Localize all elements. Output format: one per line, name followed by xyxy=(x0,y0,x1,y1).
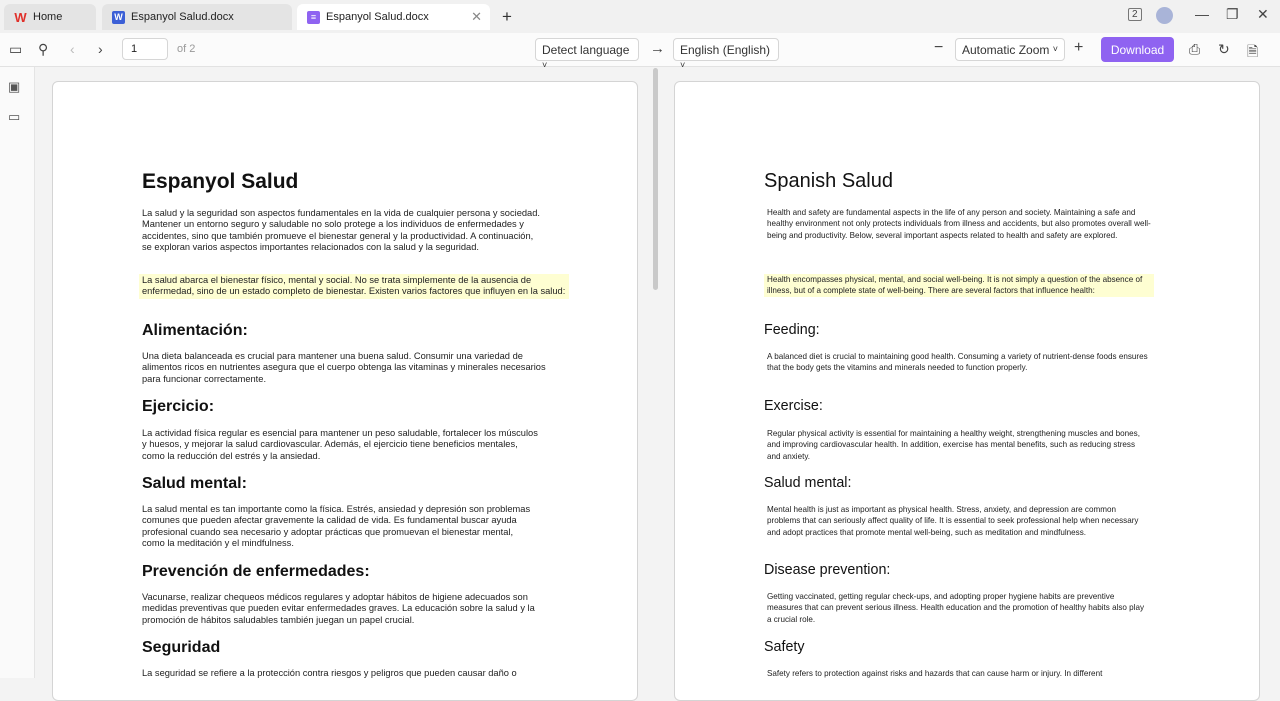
heading-food: Feeding: xyxy=(764,322,820,338)
paragraph-intro: Health and safety are fundamental aspect… xyxy=(767,208,1151,240)
zoom-select[interactable]: Automatic Zoom ˅ xyxy=(955,38,1065,61)
heading-safety: Safety xyxy=(764,639,805,655)
source-language-label: Detect language xyxy=(542,43,630,57)
paragraph-intro: La salud y la seguridad son aspectos fun… xyxy=(142,208,540,253)
translated-document-page: Spanish Salud Health and safety are fund… xyxy=(674,81,1260,701)
page-total: of 2 xyxy=(177,43,196,55)
minimize-icon[interactable]: — xyxy=(1195,6,1209,22)
search-icon[interactable]: ⚲ xyxy=(38,41,48,58)
chevron-right-icon[interactable]: › xyxy=(98,41,103,57)
paragraph-mental: La salud mental es tan importante como l… xyxy=(142,504,531,549)
tab-home[interactable]: W Home xyxy=(4,4,96,30)
download-button[interactable]: Download xyxy=(1101,37,1174,62)
sidebar-toggle-icon[interactable]: ▭ xyxy=(9,41,22,58)
heading-exercise: Exercise: xyxy=(764,398,823,414)
chevron-down-icon: ˅ xyxy=(680,60,686,70)
tab-document-1[interactable]: W Espanyol Salud.docx xyxy=(102,4,292,30)
word-doc-icon: W xyxy=(112,10,125,24)
paragraph-prevention: Getting vaccinated, getting regular chec… xyxy=(767,592,1145,624)
zoom-out-icon[interactable]: − xyxy=(934,39,943,57)
paragraph-exercise: Regular physical activity is essential f… xyxy=(767,429,1140,461)
heading-prevention: Prevención de enfermedades: xyxy=(142,563,370,580)
tab-document-2-label: Espanyol Salud.docx xyxy=(326,11,429,23)
paragraph-highlighted: La salud abarca el bienestar físico, men… xyxy=(139,274,569,299)
tab-document-2[interactable]: ≡ Espanyol Salud.docx ✕ xyxy=(297,4,490,30)
chevron-down-icon: ˅ xyxy=(1052,44,1058,54)
wps-logo-icon: W xyxy=(14,9,27,25)
tab-bar: W Home W Espanyol Salud.docx ≡ Espanyol … xyxy=(0,0,1280,33)
avatar[interactable] xyxy=(1156,7,1173,24)
scrollbar[interactable] xyxy=(653,68,658,290)
arrow-right-icon: → xyxy=(650,40,665,57)
restore-icon[interactable]: ❐ xyxy=(1226,6,1239,23)
heading-mental: Salud mental: xyxy=(142,475,247,492)
original-document-page: Espanyol Salud La salud y la seguridad s… xyxy=(52,81,638,701)
toolbar: ▭ ⚲ ‹ › 1 of 2 Detect language ˅ → Engli… xyxy=(0,33,1280,70)
chevron-left-icon[interactable]: ‹ xyxy=(70,41,75,57)
heading-food: Alimentación: xyxy=(142,322,248,339)
comment-icon[interactable]: ▭ xyxy=(8,109,20,125)
side-rail: ▣ ▭ xyxy=(0,67,35,678)
paragraph-highlighted: Health encompasses physical, mental, and… xyxy=(764,274,1154,297)
paragraph-food: Una dieta balanceada es crucial para man… xyxy=(142,351,546,384)
heading-mental: Salud mental: xyxy=(764,475,852,491)
heading-safety: Seguridad xyxy=(142,639,221,656)
tab-document-1-label: Espanyol Salud.docx xyxy=(131,11,234,23)
translate-doc-icon: ≡ xyxy=(307,10,320,24)
source-language-select[interactable]: Detect language ˅ xyxy=(535,38,639,70)
thumbnail-icon[interactable]: ▣ xyxy=(8,79,20,95)
close-icon[interactable]: ✕ xyxy=(471,9,482,25)
paragraph-exercise: La actividad física regular es esencial … xyxy=(142,428,538,461)
heading-prevention: Disease prevention: xyxy=(764,562,891,578)
tab-home-label: Home xyxy=(33,11,63,23)
paragraph-prevention: Vacunarse, realizar chequeos médicos reg… xyxy=(142,592,535,625)
document-title: Espanyol Salud xyxy=(142,170,299,193)
refresh-icon[interactable]: ↻ xyxy=(1218,41,1230,58)
document-settings-icon[interactable]: 🗎 xyxy=(1247,41,1258,65)
new-tab-icon[interactable]: + xyxy=(502,7,512,27)
close-window-icon[interactable]: ✕ xyxy=(1257,6,1269,23)
zoom-label: Automatic Zoom xyxy=(962,43,1050,57)
heading-exercise: Ejercicio: xyxy=(142,398,215,415)
page-number-input[interactable]: 1 xyxy=(122,38,168,60)
chevron-down-icon: ˅ xyxy=(542,60,548,70)
target-language-select[interactable]: English (English) ˅ xyxy=(673,38,779,70)
print-icon[interactable]: ⎙ xyxy=(1189,41,1200,58)
target-language-label: English (English) xyxy=(680,43,771,57)
document-title: Spanish Salud xyxy=(764,170,893,192)
zoom-in-icon[interactable]: + xyxy=(1074,39,1083,57)
paragraph-mental: Mental health is just as important as ph… xyxy=(767,505,1139,537)
tablet-mode-icon[interactable]: 2 xyxy=(1128,8,1142,21)
paragraph-food: A balanced diet is crucial to maintainin… xyxy=(767,352,1148,373)
